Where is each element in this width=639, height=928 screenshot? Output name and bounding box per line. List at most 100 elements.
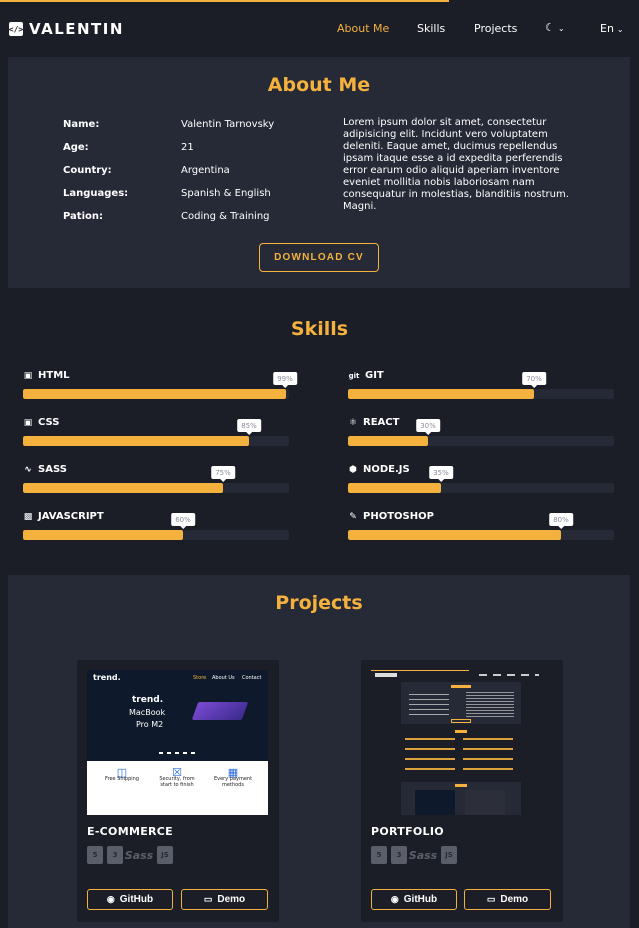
chevron-down-icon: ⌄ <box>557 24 565 33</box>
skill-item: git GIT 70% <box>348 370 614 406</box>
demo-label: Demo <box>217 894 246 905</box>
skill-item: ⚛ REACT 30% <box>348 417 614 453</box>
preview-feature: Free Shipping <box>104 776 139 782</box>
skill-progress-track <box>348 389 614 399</box>
skill-progress-track <box>23 483 289 493</box>
react-icon: ⚛ <box>348 417 358 428</box>
info-label: Age: <box>63 142 89 153</box>
github-button[interactable]: ◉ GitHub <box>371 889 457 910</box>
demo-button[interactable]: ▭ Demo <box>464 889 551 910</box>
info-label: Name: <box>63 119 100 130</box>
skills-title: Skills <box>290 318 349 340</box>
preview-hero-logo: trend. <box>132 695 164 705</box>
skill-progress-track <box>23 389 289 399</box>
skill-label: PHOTOSHOP <box>363 511 434 522</box>
projects-title: Projects <box>275 592 363 614</box>
laptop-icon: ▭ <box>486 894 496 904</box>
html5-icon: ▣ <box>23 370 33 381</box>
header: </> VALENTIN About Me Skills Projects ☾ ⌄… <box>0 2 639 54</box>
skill-name: ∿ SASS <box>23 464 67 475</box>
preview-feature: Security, from start to finish <box>159 776 195 788</box>
skill-percent-badge: 60% <box>171 513 195 529</box>
skill-progress-fill <box>23 483 223 493</box>
sass-icon: Sass <box>124 848 154 862</box>
info-value: 21 <box>181 142 194 153</box>
skill-name: ▩ JAVASCRIPT <box>23 511 104 522</box>
download-cv-button[interactable]: DOWNLOAD CV <box>259 243 379 272</box>
skill-label: NODE.JS <box>363 464 410 475</box>
github-button[interactable]: ◉ GitHub <box>87 889 173 910</box>
git-icon: git <box>348 371 360 380</box>
nav-projects[interactable]: Projects <box>474 22 517 35</box>
skill-label: HTML <box>38 370 70 381</box>
html5-icon: 5 <box>371 846 387 864</box>
laptop-image <box>191 702 249 720</box>
moon-icon: ☾ <box>545 21 555 34</box>
skill-item: ▣ HTML 99% <box>23 370 297 406</box>
project-card: trend. Store About Us Contact trend. Mac… <box>77 660 279 922</box>
skill-name: ▣ CSS <box>23 417 60 428</box>
github-label: GitHub <box>119 894 154 905</box>
skill-percent-badge: 70% <box>522 372 546 388</box>
language-selector[interactable]: En ⌄ <box>600 22 624 35</box>
skill-item: ∿ SASS 75% <box>23 464 289 500</box>
skill-percent-badge: 80% <box>549 513 573 529</box>
js-icon: JS <box>441 846 457 864</box>
nav-skills[interactable]: Skills <box>417 22 445 35</box>
preview-nav: Contact <box>242 675 262 681</box>
js-icon: JS <box>157 846 173 864</box>
project-preview-image <box>371 670 552 815</box>
code-icon: </> <box>9 22 23 36</box>
preview-nav: Store <box>193 675 207 681</box>
skill-label: SASS <box>38 464 67 475</box>
css3-icon: ▣ <box>23 417 33 428</box>
skill-label: REACT <box>363 417 400 428</box>
skill-item: ⬢ NODE.JS 35% <box>348 464 614 500</box>
info-value: Spanish & English <box>181 188 271 199</box>
css3-icon: 3 <box>107 846 123 864</box>
about-description: Lorem ipsum dolor sit amet, consectetur … <box>343 117 569 212</box>
language-label: En <box>600 22 614 35</box>
skill-percent-badge: 35% <box>429 466 453 482</box>
skill-percent-badge: 30% <box>416 419 440 435</box>
preview-feature: Every payment methods <box>213 776 253 788</box>
skill-percent-badge: 75% <box>211 466 235 482</box>
project-title: PORTFOLIO <box>371 825 444 838</box>
skill-name: ▣ HTML <box>23 370 70 381</box>
info-label: Country: <box>63 165 112 176</box>
brand-logo[interactable]: </> VALENTIN <box>9 20 124 38</box>
skill-progress-fill <box>348 530 561 540</box>
skill-progress-track <box>23 530 289 540</box>
brand-name: VALENTIN <box>29 20 124 38</box>
about-section: About Me Name: Valentin Tarnovsky Age: 2… <box>8 57 630 288</box>
preview-nav: About Us <box>212 675 235 681</box>
skill-name: git GIT <box>348 370 384 381</box>
html5-icon: 5 <box>87 846 103 864</box>
github-label: GitHub <box>403 894 438 905</box>
github-icon: ◉ <box>390 894 399 904</box>
demo-label: Demo <box>500 894 529 905</box>
demo-button[interactable]: ▭ Demo <box>181 889 268 910</box>
skill-percent-badge: 99% <box>273 372 297 388</box>
skill-progress-fill <box>23 436 250 446</box>
preview-logo: trend. <box>93 673 121 682</box>
theme-toggle[interactable]: ☾ ⌄ <box>545 21 565 34</box>
skill-label: GIT <box>365 370 384 381</box>
skill-label: JAVASCRIPT <box>38 511 104 522</box>
skill-progress-fill <box>348 483 442 493</box>
skill-name: ✎ PHOTOSHOP <box>348 511 434 522</box>
skill-item: ▣ CSS 85% <box>23 417 289 453</box>
skill-progress-track <box>348 483 614 493</box>
skill-progress-track <box>23 436 289 446</box>
skill-progress-track <box>348 436 614 446</box>
nav-about-me[interactable]: About Me <box>337 22 389 35</box>
info-label: Languages: <box>63 188 129 199</box>
info-value: Valentin Tarnovsky <box>181 119 275 130</box>
info-label: Pation: <box>63 211 104 222</box>
preview-hero-text: Pro M2 <box>136 720 164 729</box>
preview-hero-text: MacBook <box>129 708 166 717</box>
skill-progress-fill <box>348 389 535 399</box>
projects-section: Projects trend. Store About Us Contact t… <box>8 575 630 928</box>
skill-name: ⚛ REACT <box>348 417 399 428</box>
sass-icon: ∿ <box>24 464 32 475</box>
